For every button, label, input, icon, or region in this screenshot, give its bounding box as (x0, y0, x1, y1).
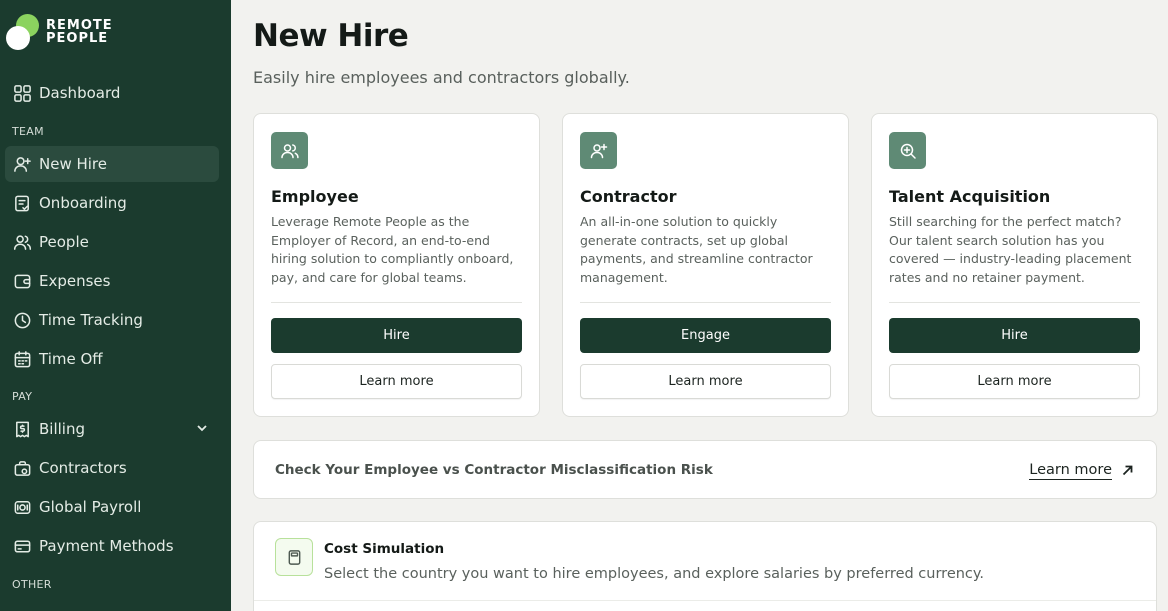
sidebar-item-label: Expenses (39, 272, 111, 290)
sidebar-item-time-tracking[interactable]: Time Tracking (5, 302, 219, 338)
sidebar-item-label: Contractors (39, 459, 127, 477)
grid-icon (12, 83, 32, 103)
sidebar: REMOTE PEOPLE Dashboard TEAM New Hire On… (0, 0, 231, 611)
sidebar-item-label: Time Off (39, 350, 103, 368)
section-label-other: OTHER (12, 578, 52, 591)
sidebar-item-label: Billing (39, 420, 85, 438)
arrow-up-right-icon[interactable] (1121, 462, 1134, 476)
divider (271, 302, 522, 303)
divider (889, 302, 1140, 303)
clock-icon (12, 310, 32, 330)
sidebar-item-global-payroll[interactable]: Global Payroll (5, 489, 219, 525)
risk-learn-more-link[interactable]: Learn more (1029, 461, 1112, 480)
logo-text: REMOTE PEOPLE (46, 18, 113, 46)
section-label-team: TEAM (12, 125, 44, 138)
sidebar-item-label: People (39, 233, 89, 251)
employee-hire-button[interactable]: Hire (271, 318, 522, 353)
user-plus-icon (580, 132, 617, 169)
chevron-down-icon[interactable] (195, 421, 209, 435)
user-plus-icon (12, 154, 32, 174)
invoice-icon (12, 419, 32, 439)
employee-learn-more-button[interactable]: Learn more (271, 364, 522, 399)
calendar-icon (12, 349, 32, 369)
sidebar-item-expenses[interactable]: Expenses (5, 263, 219, 299)
sidebar-item-label: New Hire (39, 155, 107, 173)
checklist-icon (12, 193, 32, 213)
search-plus-icon (889, 132, 926, 169)
sidebar-item-new-hire[interactable]: New Hire (5, 146, 219, 182)
card-title: Talent Acquisition (889, 187, 1051, 206)
sidebar-item-people[interactable]: People (5, 224, 219, 260)
contractor-engage-button[interactable]: Engage (580, 318, 831, 353)
sidebar-item-label: Dashboard (39, 84, 121, 102)
cost-simulation-card: Cost Simulation Select the country you w… (253, 521, 1157, 611)
talent-hire-button[interactable]: Hire (889, 318, 1140, 353)
divider (580, 302, 831, 303)
sidebar-item-label: Payment Methods (39, 537, 174, 555)
sidebar-item-billing[interactable]: Billing (5, 411, 219, 447)
cost-simulation-description: Select the country you want to hire empl… (324, 566, 985, 582)
cost-simulation-title: Cost Simulation (324, 541, 445, 557)
logo-mark-icon (6, 12, 42, 52)
payroll-icon (12, 497, 32, 517)
card-description: Still searching for the perfect match? O… (889, 214, 1132, 285)
talent-acquisition-card: Talent Acquisition Still searching for t… (871, 113, 1158, 417)
contractor-card: Contractor An all-in-one solution to qui… (562, 113, 849, 417)
sidebar-item-time-off[interactable]: Time Off (5, 341, 219, 377)
card-title: Contractor (580, 187, 677, 206)
sidebar-item-contractors[interactable]: Contractors (5, 450, 219, 486)
briefcase-icon (12, 458, 32, 478)
misclassification-risk-banner: Check Your Employee vs Contractor Miscla… (253, 440, 1157, 499)
brand-logo[interactable]: REMOTE PEOPLE (6, 12, 113, 52)
users-icon (12, 232, 32, 252)
contractor-learn-more-button[interactable]: Learn more (580, 364, 831, 399)
section-label-pay: PAY (12, 390, 33, 403)
sidebar-item-label: Time Tracking (39, 311, 143, 329)
sidebar-item-label: Global Payroll (39, 498, 142, 516)
users-icon (271, 132, 308, 169)
wallet-icon (12, 271, 32, 291)
page-subtitle: Easily hire employees and contractors gl… (253, 68, 630, 87)
sidebar-item-dashboard[interactable]: Dashboard (5, 75, 219, 111)
credit-card-icon (12, 536, 32, 556)
calculator-icon (275, 538, 313, 576)
sidebar-item-label: Onboarding (39, 194, 127, 212)
card-title: Employee (271, 187, 359, 206)
card-description: Leverage Remote People as the Employer o… (271, 214, 514, 285)
divider (254, 600, 1156, 601)
page-title: New Hire (253, 18, 409, 54)
sidebar-item-payment-methods[interactable]: Payment Methods (5, 528, 219, 564)
sidebar-item-onboarding[interactable]: Onboarding (5, 185, 219, 221)
employee-card: Employee Leverage Remote People as the E… (253, 113, 540, 417)
card-description: An all-in-one solution to quickly genera… (580, 214, 813, 285)
risk-banner-label: Check Your Employee vs Contractor Miscla… (275, 462, 713, 478)
talent-learn-more-button[interactable]: Learn more (889, 364, 1140, 399)
